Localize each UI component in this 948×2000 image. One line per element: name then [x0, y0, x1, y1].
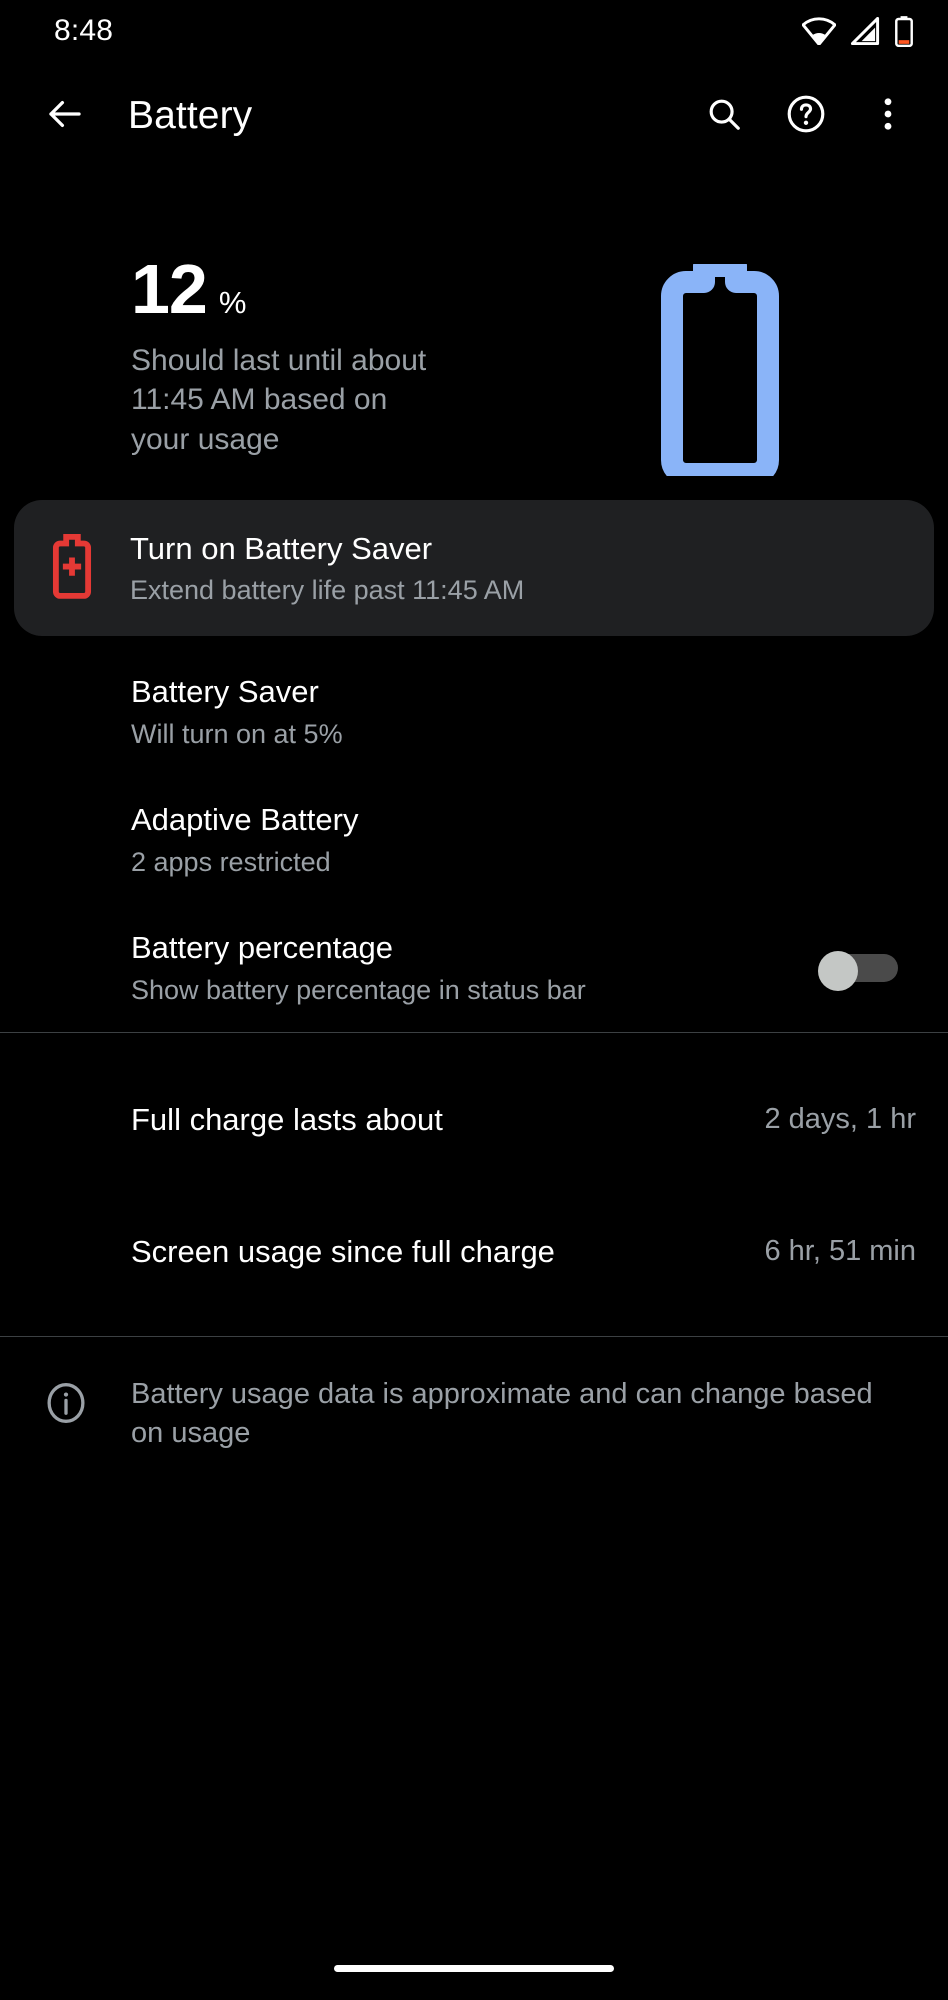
wifi-icon [802, 17, 836, 45]
search-button[interactable] [696, 88, 752, 144]
stat-spacer [0, 1035, 948, 1072]
pref-title: Battery percentage [131, 930, 393, 966]
info-icon [44, 1381, 88, 1430]
pref-subtitle: Show battery percentage in status bar [131, 975, 586, 1006]
card-icon-slot [14, 533, 130, 604]
pref-title: Adaptive Battery [131, 802, 359, 838]
stat-spacer [0, 1299, 948, 1336]
arrow-back-icon [44, 93, 86, 140]
stat-label: Screen usage since full charge [131, 1233, 555, 1269]
card-title: Turn on Battery Saver [130, 530, 433, 566]
search-icon [705, 95, 743, 138]
suggestion-card-wrap: Turn on Battery Saver Extend battery lif… [0, 500, 948, 636]
pref-row-adaptive-battery[interactable]: Adaptive Battery 2 apps restricted [0, 776, 948, 904]
overflow-menu-button[interactable] [860, 88, 916, 144]
status-bar-clock: 8:48 [54, 14, 114, 47]
bottom-spacer [0, 1453, 948, 2000]
battery-saver-plus-icon [48, 533, 96, 604]
pref-subtitle: Will turn on at 5% [131, 719, 343, 750]
stat-row-screen-usage[interactable]: Screen usage since full charge 6 hr, 51 … [0, 1204, 948, 1299]
stat-value: 6 hr, 51 min [764, 1235, 916, 1267]
stat-row-full-charge[interactable]: Full charge lasts about 2 days, 1 hr [0, 1072, 948, 1167]
status-bar: 8:48 [0, 0, 948, 62]
pref-text: Battery percentage Show battery percenta… [131, 929, 818, 1007]
status-bar-icons [802, 15, 914, 47]
pref-subtitle: 2 apps restricted [131, 847, 331, 878]
battery-graphic [638, 255, 948, 485]
page-title: Battery [128, 94, 253, 137]
app-bar-actions [696, 88, 922, 144]
card-subtitle: Extend battery life past 11:45 AM [130, 574, 525, 605]
footer-icon-slot [0, 1375, 131, 1430]
footer-text: Battery usage data is approximate and ca… [131, 1378, 873, 1450]
stat-spacer [0, 1167, 948, 1204]
battery-estimate-text: Should last until about 11:45 AM based o… [131, 343, 427, 456]
pref-row-battery-percentage[interactable]: Battery percentage Show battery percenta… [0, 904, 948, 1032]
battery-percentage-toggle[interactable] [818, 951, 898, 991]
battery-outline-icon [648, 255, 792, 485]
help-icon [785, 93, 827, 140]
overflow-menu-icon [871, 95, 905, 138]
app-bar: Battery [0, 62, 948, 170]
back-button[interactable] [34, 85, 96, 147]
battery-level-number: 12 [131, 250, 208, 328]
pref-row-battery-saver[interactable]: Battery Saver Will turn on at 5% [0, 648, 948, 776]
card-text: Turn on Battery Saver Extend battery lif… [130, 530, 934, 607]
pref-title: Battery Saver [131, 674, 319, 710]
battery-level-percent-sign: % [218, 285, 247, 320]
battery-level: 12 % [131, 250, 638, 328]
stat-value: 2 days, 1 hr [764, 1103, 916, 1135]
help-button[interactable] [778, 88, 834, 144]
battery-summary-text: 12 % Should last until about 11:45 AM ba… [0, 250, 638, 459]
battery-settings-screen: 8:48 Battery 12 % Should last until abou… [0, 0, 948, 2000]
battery-low-icon [894, 15, 914, 47]
battery-stats: Full charge lasts about 2 days, 1 hr Scr… [0, 1033, 948, 1336]
pref-text: Battery Saver Will turn on at 5% [131, 673, 908, 751]
stat-label: Full charge lasts about [131, 1101, 443, 1137]
battery-summary: 12 % Should last until about 11:45 AM ba… [0, 170, 948, 500]
battery-preference-list: Battery Saver Will turn on at 5% Adaptiv… [0, 636, 948, 1032]
battery-footer-note: Battery usage data is approximate and ca… [0, 1337, 948, 1453]
turn-on-battery-saver-card[interactable]: Turn on Battery Saver Extend battery lif… [14, 500, 934, 636]
system-navigation-bar [0, 1936, 948, 2000]
toggle-thumb [818, 951, 858, 991]
pref-text: Adaptive Battery 2 apps restricted [131, 801, 908, 879]
cellular-signal-icon [849, 17, 881, 45]
home-gesture-pill[interactable] [334, 1964, 614, 1972]
